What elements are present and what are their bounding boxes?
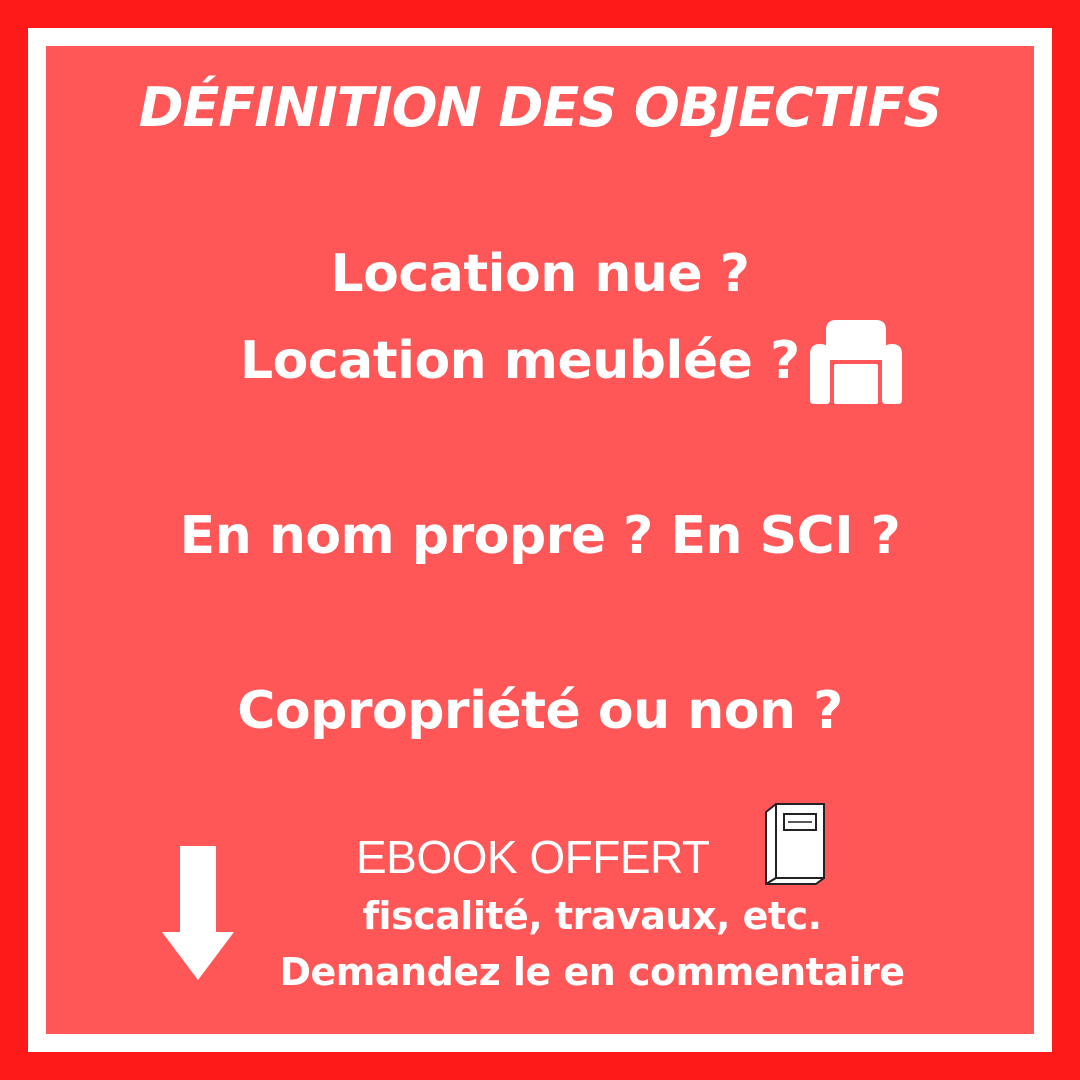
page-title: DÉFINITION DES OBJECTIFS <box>138 76 943 139</box>
call-to-action: Demandez le en commentaire <box>279 950 905 994</box>
question-location-nue: Location nue ? <box>330 244 750 304</box>
ebook-subtitle: fiscalité, travaux, etc. <box>362 894 822 938</box>
question-copropriete: Copropriété ou non ? <box>237 681 843 741</box>
question-location-meublee: Location meublée ? <box>240 331 800 391</box>
question-nom-propre-sci: En nom propre ? En SCI ? <box>179 506 901 566</box>
ebook-offer-label: EBOOK OFFERT <box>356 831 710 883</box>
book-icon <box>765 803 825 885</box>
armchair-icon <box>810 320 902 404</box>
